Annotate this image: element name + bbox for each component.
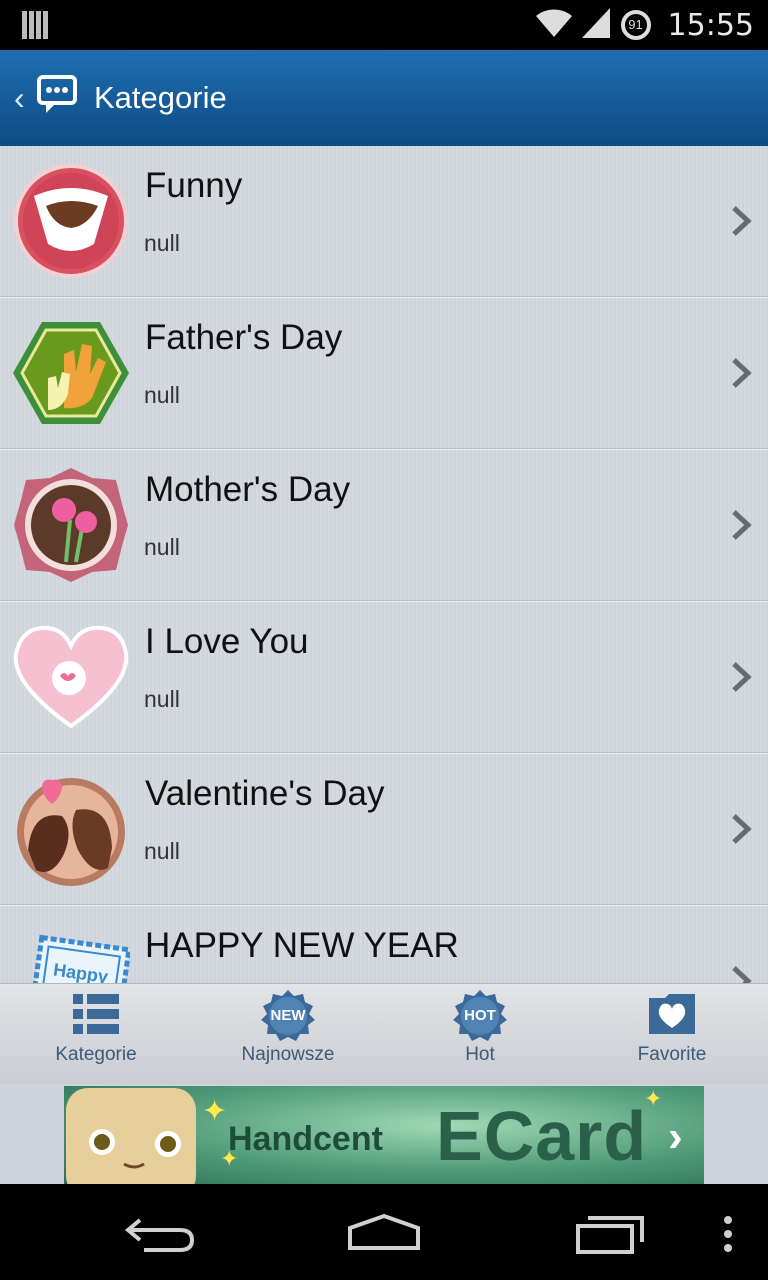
tab-label: Favorite: [637, 1044, 707, 1065]
status-bar: 91 15:55: [0, 0, 768, 50]
chevron-right-icon: [728, 660, 754, 694]
clock: 15:55: [667, 7, 754, 43]
home-icon[interactable]: [346, 1212, 422, 1257]
category-subtitle: null: [144, 382, 180, 408]
category-item-funny[interactable]: Funny null: [0, 146, 768, 299]
chevron-right-icon: [728, 964, 754, 983]
tab-hot[interactable]: HOT Hot: [384, 984, 576, 1085]
chevron-right-icon: [728, 204, 754, 238]
hot-badge-text: HOT: [464, 1007, 496, 1024]
chevron-right-icon: ›: [668, 1112, 683, 1161]
back-icon[interactable]: [124, 1214, 196, 1259]
tab-kategorie[interactable]: Kategorie: [0, 984, 192, 1085]
system-nav-bar: [0, 1184, 768, 1280]
category-name: Funny: [145, 166, 243, 205]
chevron-right-icon: [728, 356, 754, 390]
category-name: I Love You: [145, 622, 309, 661]
back-chevron-icon[interactable]: ‹: [14, 78, 25, 118]
sparkle-icon: ✦: [202, 1095, 228, 1128]
ad-brand: Handcent: [228, 1120, 383, 1158]
chat-bubble-logo-icon[interactable]: [36, 74, 78, 121]
category-subtitle: null: [144, 534, 180, 560]
new-badge-icon: NEW: [259, 990, 317, 1042]
kissing-couple-icon: [12, 770, 130, 888]
page-title: Kategorie: [94, 80, 227, 115]
battery-circle-icon: 91: [620, 9, 652, 41]
new-badge-text: NEW: [270, 1007, 306, 1024]
love-heart-icon: [12, 618, 130, 736]
overflow-menu-icon[interactable]: [722, 1216, 734, 1257]
signal-icon: [581, 7, 610, 43]
chevron-right-icon: [728, 508, 754, 542]
category-name: Father's Day: [145, 318, 343, 357]
category-subtitle: null: [144, 686, 180, 712]
recent-apps-icon[interactable]: [574, 1214, 646, 1259]
happy-new-year-card-icon: HappyNew: [12, 922, 132, 983]
category-name: Valentine's Day: [145, 774, 385, 813]
tab-label: Najnowsze: [241, 1044, 335, 1065]
bottom-tab-bar: Kategorie NEW Najnowsze HOT Hot Favorite: [0, 983, 768, 1085]
category-item-fathers-day[interactable]: Father's Day null: [0, 298, 768, 451]
hands-hexagon-icon: [12, 314, 130, 432]
app-bar: ‹ Kategorie: [0, 50, 768, 148]
category-item-happy-new-year[interactable]: HappyNew HAPPY NEW YEAR: [0, 906, 768, 983]
category-name: Mother's Day: [145, 470, 351, 509]
tab-favorite[interactable]: Favorite: [576, 984, 768, 1085]
category-list: Funny null Father's Day null Mother's Da…: [0, 146, 768, 983]
category-item-i-love-you[interactable]: I Love You null: [0, 602, 768, 755]
category-item-valentines-day[interactable]: Valentine's Day null: [0, 754, 768, 907]
category-subtitle: null: [144, 838, 180, 864]
carnation-badge-icon: [12, 466, 130, 584]
ad-area: ✦ ✦ ✦ Handcent ECard ›: [0, 1084, 768, 1184]
category-subtitle: null: [144, 230, 180, 256]
heart-folder-icon: [647, 990, 697, 1043]
category-item-mothers-day[interactable]: Mother's Day null: [0, 450, 768, 603]
tab-label: Kategorie: [55, 1044, 137, 1065]
ad-product: ECard: [436, 1097, 648, 1175]
battery-level: 91: [628, 17, 643, 32]
category-name: HAPPY NEW YEAR: [145, 926, 459, 965]
notification-icon: [22, 11, 48, 39]
ad-banner[interactable]: ✦ ✦ ✦ Handcent ECard ›: [64, 1086, 704, 1184]
tab-najnowsze[interactable]: NEW Najnowsze: [192, 984, 384, 1085]
list-icon: [71, 990, 121, 1043]
tab-label: Hot: [465, 1044, 495, 1065]
wifi-icon: [535, 8, 572, 43]
hot-badge-icon: HOT: [451, 990, 509, 1042]
laughing-mouth-icon: [12, 162, 130, 280]
mascot-icon: [64, 1086, 214, 1184]
chevron-right-icon: [728, 812, 754, 846]
